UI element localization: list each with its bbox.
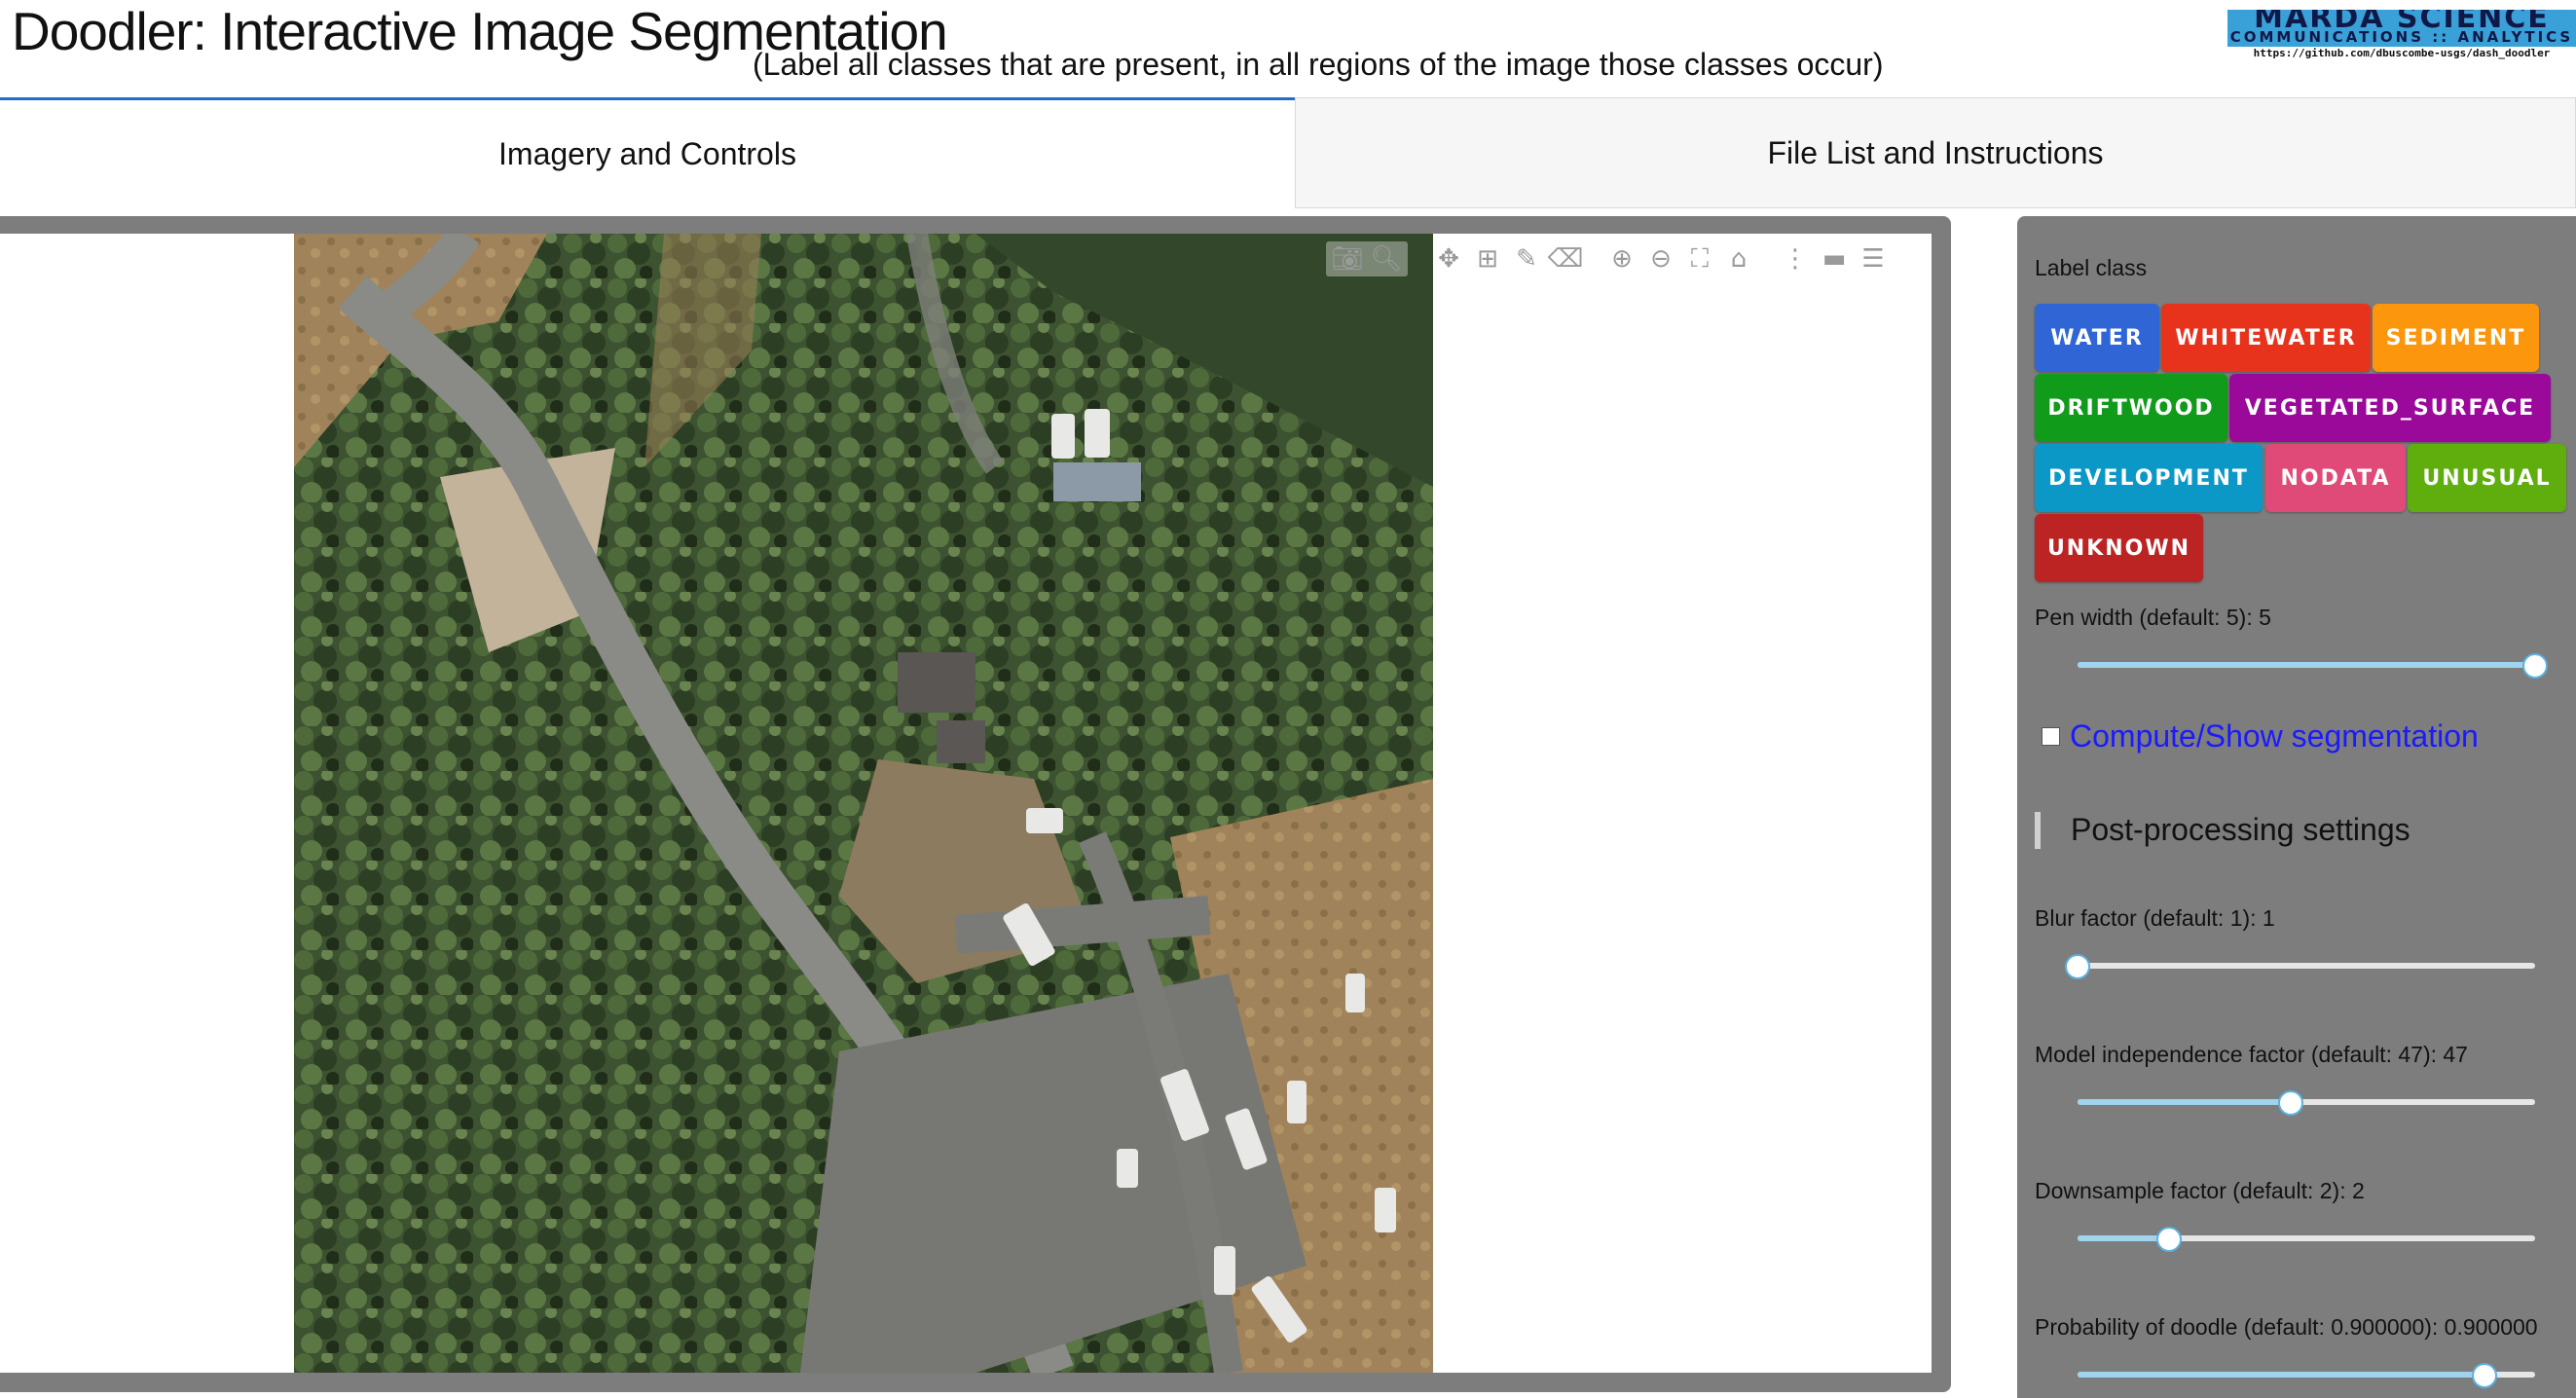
slider-handle[interactable] xyxy=(2156,1227,2182,1252)
slider-track xyxy=(2078,662,2535,668)
class-button-development[interactable]: DEVELOPMENT xyxy=(2035,444,2263,512)
section-marker xyxy=(2035,812,2041,849)
blur-factor-label: Blur factor (default: 1): 1 xyxy=(2035,905,2275,931)
tab-label: Imagery and Controls xyxy=(498,136,796,171)
zoom-out-icon[interactable]: ⊖ xyxy=(1645,243,1676,275)
slider-track xyxy=(2078,1235,2169,1241)
zoom-in-icon[interactable]: ⊕ xyxy=(1606,243,1638,275)
compute-segmentation-checkbox[interactable] xyxy=(2042,727,2060,746)
class-button-unusual[interactable]: UNUSUAL xyxy=(2408,444,2566,512)
tab-label: File List and Instructions xyxy=(1767,134,2104,170)
slider-handle[interactable] xyxy=(2065,954,2090,979)
class-button-unknown[interactable]: UNKNOWN xyxy=(2035,514,2203,582)
modebar-group-zoom: ⊕ ⊖ ⛶ ⌂ xyxy=(1606,243,1754,275)
spike-lines-icon[interactable]: ⋮ xyxy=(1780,243,1811,275)
label-class-title: Label class xyxy=(2035,255,2148,280)
class-button-nodata[interactable]: NODATA xyxy=(2265,444,2406,512)
class-button-vegetated-surface[interactable]: VEGETATED_SURFACE xyxy=(2229,374,2551,442)
blur-factor-slider[interactable] xyxy=(2065,951,2535,980)
pen-width-slider[interactable] xyxy=(2078,650,2548,680)
model-independence-label: Model independence factor (default: 47):… xyxy=(2035,1042,2468,1067)
zoom-icon[interactable]: 🔍︎ xyxy=(1371,243,1403,275)
slider-handle[interactable] xyxy=(2472,1363,2498,1388)
pen-width-label: Pen width (default: 5): 5 xyxy=(2035,605,2271,630)
modebar-group-drag: ✥ ⊞ ✎ ⌫ xyxy=(1433,243,1584,275)
box-select-icon[interactable]: ⊞ xyxy=(1472,243,1503,275)
downsample-factor-slider[interactable] xyxy=(2078,1224,2535,1253)
hover-closest-icon[interactable]: ▬ xyxy=(1819,243,1850,275)
slider-track xyxy=(2078,1372,2485,1378)
compute-segmentation-label[interactable]: Compute/Show segmentation xyxy=(2070,718,2479,754)
tab-imagery-and-controls[interactable]: Imagery and Controls xyxy=(0,97,1295,208)
slider-handle[interactable] xyxy=(2522,653,2548,679)
class-button-driftwood[interactable]: DRIFTWOOD xyxy=(2035,374,2227,442)
autoscale-icon[interactable]: ⛶ xyxy=(1684,243,1715,275)
class-button-sediment[interactable]: SEDIMENT xyxy=(2373,304,2539,372)
plot-modebar: 📷︎ 🔍︎ ✥ ⊞ ✎ ⌫ ⊕ ⊖ ⛶ ⌂ ⋮ ▬ ☰ xyxy=(1326,239,1902,278)
erase-shape-icon[interactable]: ⌫ xyxy=(1548,243,1584,275)
aerial-image-canvas[interactable] xyxy=(294,234,1433,1373)
hover-compare-icon[interactable]: ☰ xyxy=(1858,243,1889,275)
slider-rail xyxy=(2078,963,2535,969)
aerial-image xyxy=(294,234,1433,1373)
reset-axes-icon[interactable]: ⌂ xyxy=(1723,243,1754,275)
logo-line2: COMMUNICATIONS :: ANALYTICS xyxy=(2229,28,2574,46)
slider-handle[interactable] xyxy=(2277,1090,2303,1116)
class-button-whitewater[interactable]: WHITEWATER xyxy=(2161,304,2371,372)
slider-track xyxy=(2078,1099,2291,1105)
modebar-group-hover: ⋮ ▬ ☰ xyxy=(1780,243,1889,275)
tab-file-list-and-instructions[interactable]: File List and Instructions xyxy=(1295,97,2576,208)
class-button-water[interactable]: WATER xyxy=(2035,304,2159,372)
draw-freehand-icon[interactable]: ✎ xyxy=(1511,243,1542,275)
logo-url: https://github.com/dbuscombe-usgs/dash_d… xyxy=(2227,47,2576,60)
postprocessing-title: Post-processing settings xyxy=(2071,812,2410,847)
downsample-factor-label: Downsample factor (default: 2): 2 xyxy=(2035,1178,2365,1203)
modebar-group-export: 📷︎ 🔍︎ xyxy=(1326,241,1408,276)
pan-icon[interactable]: ✥ xyxy=(1433,243,1464,275)
probability-of-doodle-slider[interactable] xyxy=(2078,1360,2535,1389)
app-subtitle: (Label all classes that are present, in … xyxy=(753,47,1884,82)
probability-of-doodle-label: Probability of doodle (default: 0.900000… xyxy=(2035,1314,2538,1340)
model-independence-slider[interactable] xyxy=(2078,1087,2535,1117)
marda-science-logo: MARDA SCIENCE COMMUNICATIONS :: ANALYTIC… xyxy=(2227,10,2576,60)
camera-icon[interactable]: 📷︎ xyxy=(1332,243,1364,275)
